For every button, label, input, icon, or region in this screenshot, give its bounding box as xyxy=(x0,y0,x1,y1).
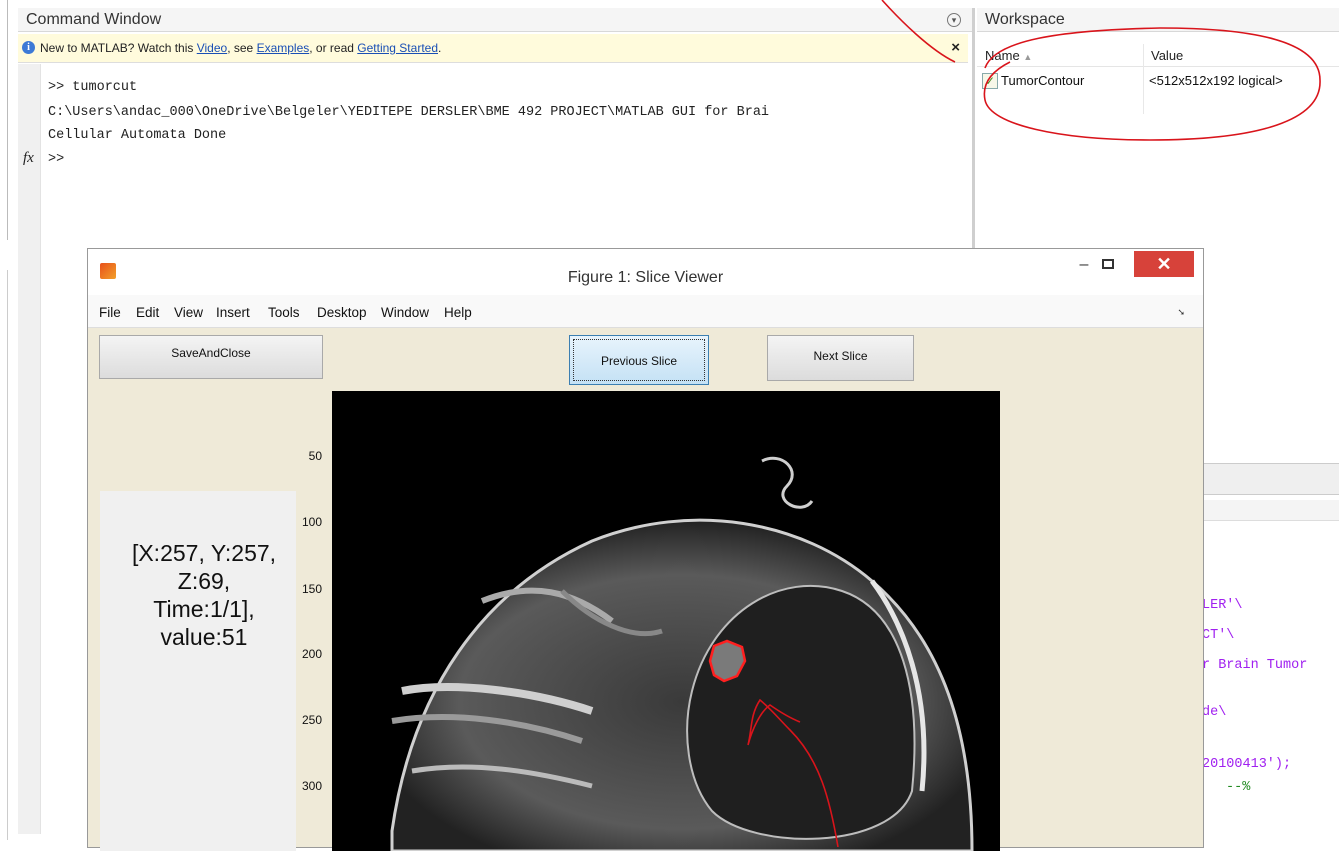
command-line-3[interactable]: Cellular Automata Done xyxy=(48,128,226,143)
voxel-info-panel: [X:257, Y:257, Z:69, Time:1/1], value:51 xyxy=(100,491,296,851)
editor-tab-strip xyxy=(1200,500,1339,521)
mri-slice-graphic xyxy=(390,456,974,851)
y-tick-label: 300 xyxy=(301,779,322,793)
variable-value: <512x512x192 logical> xyxy=(1149,73,1283,88)
menu-edit[interactable]: Edit xyxy=(136,305,159,320)
panel-options-icon[interactable]: ▾ xyxy=(947,13,961,27)
workspace-title: Workspace xyxy=(977,8,1339,32)
workspace-lower-splitter[interactable] xyxy=(1200,463,1339,495)
command-prompt[interactable]: >> xyxy=(48,152,64,167)
figure-window: Figure 1: Slice Viewer – ✕ File Edit Vie… xyxy=(87,248,1204,851)
y-tick-label: 100 xyxy=(301,515,322,529)
command-window-title: Command Window xyxy=(26,11,162,28)
y-tick-label: 50 xyxy=(308,449,322,463)
voxel-info-line: [X:257, Y:257, xyxy=(131,540,277,566)
menu-file[interactable]: File xyxy=(99,305,121,320)
close-icon[interactable]: ✕ xyxy=(1134,251,1194,277)
info-icon: i xyxy=(22,41,35,54)
minimize-icon[interactable]: – xyxy=(1074,255,1094,275)
menu-view[interactable]: View xyxy=(174,305,203,320)
figure-titlebar[interactable]: Figure 1: Slice Viewer – ✕ xyxy=(88,249,1203,295)
voxel-info-line: Z:69, xyxy=(177,568,231,594)
figure-menubar: File Edit View Insert Tools Desktop Wind… xyxy=(88,295,1203,328)
voxel-info-line: value:51 xyxy=(160,624,248,650)
editor-code-line: de\ xyxy=(1202,705,1227,720)
next-slice-button[interactable]: Next Slice xyxy=(767,335,914,381)
y-tick-label: 250 xyxy=(301,713,322,727)
editor-code-line: r Brain Tumor xyxy=(1202,658,1308,673)
left-edge-divider-lower xyxy=(7,270,8,840)
maximize-icon[interactable] xyxy=(1102,259,1114,269)
command-line-2[interactable]: C:\Users\andac_000\OneDrive\Belgeler\YED… xyxy=(48,105,769,120)
voxel-info-text: [X:257, Y:257, Z:69, Time:1/1], value:51 xyxy=(100,539,308,651)
editor-code-line: 20100413'); xyxy=(1202,757,1292,772)
command-line-1[interactable]: >> tumorcut xyxy=(48,80,137,95)
name-column-header[interactable]: Name ▲ xyxy=(985,48,1032,63)
editor-code-line: LER'\ xyxy=(1202,598,1243,613)
logical-variable-icon: ✓ xyxy=(982,73,998,89)
banner-suffix: . xyxy=(438,41,442,55)
name-column-label: Name xyxy=(985,48,1020,63)
command-window-gutter xyxy=(18,64,41,834)
function-browser-icon[interactable]: fx xyxy=(23,150,34,167)
save-and-close-button[interactable]: SaveAndClose xyxy=(99,335,323,379)
focus-ring xyxy=(573,339,705,381)
menu-insert[interactable]: Insert xyxy=(216,305,250,320)
new-to-matlab-banner: i New to MATLAB? Watch this Video, see E… xyxy=(18,34,968,63)
examples-link[interactable]: Examples xyxy=(257,41,310,55)
menu-help[interactable]: Help xyxy=(444,305,472,320)
figure-title: Figure 1: Slice Viewer xyxy=(567,269,724,286)
voxel-info-line: Time:1/1], xyxy=(153,596,255,622)
getting-started-link[interactable]: Getting Started xyxy=(357,41,438,55)
sort-ascending-icon: ▲ xyxy=(1023,52,1033,62)
banner-text: New to MATLAB? Watch this Video, see Exa… xyxy=(40,34,441,62)
banner-mid1: , see xyxy=(227,41,257,55)
y-tick-label: 150 xyxy=(301,582,322,596)
dock-figure-icon[interactable]: ➘ xyxy=(1177,307,1185,318)
command-window-header: Command Window ▾ xyxy=(18,8,973,32)
menu-window[interactable]: Window xyxy=(381,305,429,320)
workspace-column-header: Name ▲ Value xyxy=(977,44,1339,67)
banner-close-icon[interactable]: × xyxy=(951,34,960,62)
banner-mid2: , or read xyxy=(309,41,358,55)
left-edge-divider xyxy=(7,0,8,240)
menu-tools[interactable]: Tools xyxy=(268,305,300,320)
previous-slice-button[interactable]: Previous Slice xyxy=(569,335,709,385)
mri-slice-image[interactable] xyxy=(332,391,1000,851)
y-tick-label: 200 xyxy=(301,647,322,661)
variable-name: TumorContour xyxy=(1001,73,1085,88)
value-column-header[interactable]: Value xyxy=(1151,48,1183,63)
workspace-variable-row[interactable]: ✓ TumorContour <512x512x192 logical> xyxy=(977,70,1339,92)
video-link[interactable]: Video xyxy=(197,41,227,55)
menu-desktop[interactable]: Desktop xyxy=(317,305,367,320)
banner-prefix: New to MATLAB? Watch this xyxy=(40,41,197,55)
editor-code-line: CT'\ xyxy=(1202,628,1235,643)
editor-comment-line: --% xyxy=(1226,780,1251,795)
